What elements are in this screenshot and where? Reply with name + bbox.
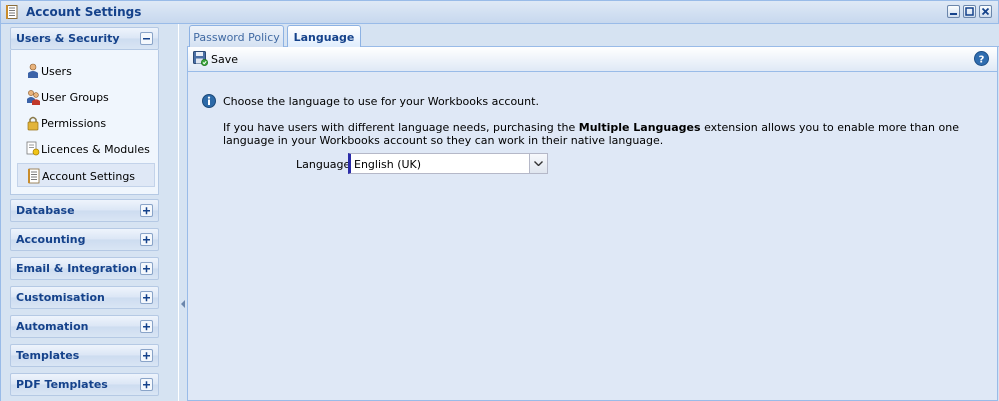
description-text: If you have users with different languag… [223, 121, 579, 134]
sidebar-item-user-groups[interactable]: User Groups [17, 85, 155, 109]
language-value: English (UK) [354, 158, 422, 171]
sidebar-item-label: Licences & Modules [41, 143, 150, 156]
help-icon[interactable]: ? [974, 51, 989, 66]
lock-icon [27, 116, 39, 131]
description-paragraph: If you have users with different languag… [223, 121, 983, 147]
sidebar-item-permissions[interactable]: Permissions [17, 111, 155, 135]
language-label: Language [296, 158, 351, 171]
accordion-title: Templates [16, 349, 80, 362]
accordion-header-pdf-templates[interactable]: PDF Templates [10, 373, 159, 396]
expand-icon[interactable] [140, 378, 153, 391]
user-group-icon [27, 90, 40, 105]
sidebar-item-users[interactable]: Users [17, 59, 155, 83]
sidebar-item-label: Permissions [41, 117, 107, 130]
info-message: Choose the language to use for your Work… [223, 95, 539, 108]
language-select[interactable]: English (UK) [348, 153, 548, 174]
minimize-button[interactable] [947, 5, 960, 18]
settings-document-icon [6, 5, 18, 19]
minimize-icon [950, 13, 957, 15]
accordion-title: Accounting [16, 233, 86, 246]
accordion-title: Email & Integration [16, 262, 137, 275]
collapse-arrow-icon[interactable] [181, 300, 185, 308]
close-button[interactable] [979, 5, 992, 18]
maximize-button[interactable] [963, 5, 976, 18]
accordion-title: Customisation [16, 291, 105, 304]
collapse-icon[interactable] [140, 32, 153, 45]
expand-icon[interactable] [140, 204, 153, 217]
accordion-title: PDF Templates [16, 378, 108, 391]
accordion-header-automation[interactable]: Automation [10, 315, 159, 338]
tab-strip: Password Policy Language [187, 24, 999, 48]
language-settings-panel: Choose the language to use for your Work… [187, 72, 998, 401]
window-title: Account Settings [26, 5, 142, 19]
accordion-header-database[interactable]: Database [10, 199, 159, 222]
sidebar-item-licences-modules[interactable]: Licences & Modules [17, 137, 155, 161]
dropdown-trigger[interactable] [529, 154, 547, 173]
save-icon [193, 51, 208, 66]
settings-sidebar: Users & Security Users User Groups Permi… [0, 24, 178, 401]
expand-icon[interactable] [140, 262, 153, 275]
tab-language[interactable]: Language [287, 25, 361, 48]
toolbar: Save ? [187, 47, 998, 72]
expand-icon[interactable] [140, 291, 153, 304]
save-button[interactable]: Save [191, 50, 238, 68]
main-panel: Password Policy Language Save ? Choose t… [187, 24, 999, 401]
svg-text:?: ? [979, 55, 985, 66]
expand-icon[interactable] [140, 349, 153, 362]
licence-icon [26, 141, 40, 156]
accordion-body-users-security: Users User Groups Permissions Licences &… [10, 50, 159, 195]
expand-icon[interactable] [140, 320, 153, 333]
tab-password-policy[interactable]: Password Policy [189, 25, 284, 47]
accordion-header-accounting[interactable]: Accounting [10, 228, 159, 251]
sidebar-splitter[interactable] [179, 24, 187, 401]
accordion-header-customisation[interactable]: Customisation [10, 286, 159, 309]
settings-document-icon [28, 168, 40, 184]
accordion-header-templates[interactable]: Templates [10, 344, 159, 367]
sidebar-item-account-settings[interactable]: Account Settings [17, 163, 155, 187]
accordion-header-email-integration[interactable]: Email & Integration [10, 257, 159, 280]
info-icon [202, 94, 216, 108]
maximize-icon [965, 7, 974, 16]
chevron-down-icon [534, 161, 543, 166]
tab-label: Password Policy [193, 31, 280, 44]
close-icon [981, 7, 990, 16]
sidebar-item-label: Account Settings [42, 170, 136, 183]
save-label: Save [211, 53, 239, 66]
window-title-bar: Account Settings [0, 0, 999, 24]
user-icon [28, 63, 38, 78]
accordion-title: Users & Security [16, 32, 120, 45]
extension-name: Multiple Languages [578, 121, 701, 134]
sidebar-item-label: User Groups [41, 91, 109, 104]
accordion-header-users-security[interactable]: Users & Security [10, 27, 159, 50]
tab-label: Language [293, 31, 355, 44]
accordion-title: Database [16, 204, 75, 217]
sidebar-item-label: Users [41, 65, 72, 78]
accordion-title: Automation [16, 320, 89, 333]
expand-icon[interactable] [140, 233, 153, 246]
